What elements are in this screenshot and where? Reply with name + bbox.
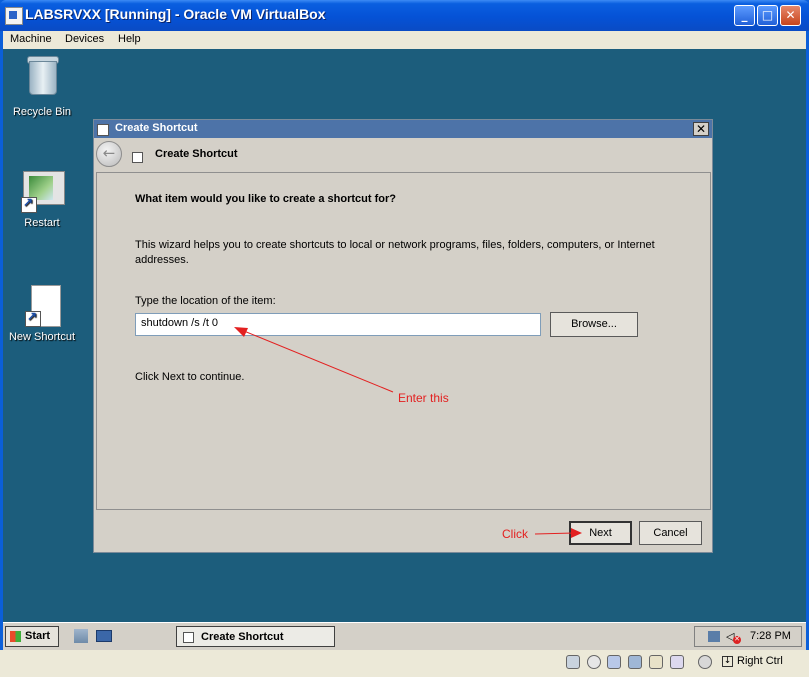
desktop-icon-label: New Shortcut <box>8 331 76 343</box>
powershell-icon[interactable] <box>96 630 112 642</box>
annotation-click: Click <box>502 527 528 541</box>
windows-flag-icon <box>10 631 21 642</box>
window-titlebar[interactable]: LABSRVXX [Running] - Oracle VM VirtualBo… <box>0 0 809 31</box>
wizard-question: What item would you like to create a sho… <box>135 193 396 205</box>
taskbar-item-label: Create Shortcut <box>201 631 284 643</box>
shared-folders-icon[interactable] <box>649 655 663 669</box>
create-shortcut-dialog: Create Shortcut ✕ ← Create Shortcut What… <box>93 119 713 553</box>
minimize-button[interactable]: _ <box>734 5 755 26</box>
wizard-content: What item would you like to create a sho… <box>96 172 711 510</box>
cancel-button[interactable]: Cancel <box>639 521 702 545</box>
shortcut-icon <box>97 124 109 136</box>
optical-drive-icon[interactable] <box>587 655 601 669</box>
desktop-icon-label: Restart <box>24 217 60 229</box>
mouse-integration-icon[interactable] <box>698 655 712 669</box>
wizard-header: ← Create Shortcut <box>94 138 712 170</box>
virtualbox-icon <box>5 7 23 25</box>
window-title: LABSRVXX [Running] - Oracle VM VirtualBo… <box>25 6 326 22</box>
desktop-icon-label: Recycle Bin <box>12 106 72 118</box>
browse-button[interactable]: Browse... <box>550 312 638 337</box>
desktop-icon-recycle-bin[interactable]: Recycle Bin <box>7 53 77 118</box>
shortcut-icon <box>183 632 194 643</box>
hard-disk-icon[interactable] <box>566 655 580 669</box>
desktop-icon-restart[interactable]: Restart <box>7 171 77 229</box>
server-manager-icon[interactable] <box>74 629 88 643</box>
network-icon[interactable] <box>708 631 720 642</box>
host-key-label: Right Ctrl <box>737 655 783 667</box>
menu-bar: Machine Devices Help <box>3 31 806 49</box>
dialog-close-button[interactable]: ✕ <box>693 122 709 136</box>
menu-machine[interactable]: Machine <box>10 33 52 45</box>
host-key-arrow-icon: ↓ <box>722 656 733 667</box>
virtualbox-window: LABSRVXX [Running] - Oracle VM VirtualBo… <box>0 0 809 677</box>
menu-devices[interactable]: Devices <box>65 33 104 45</box>
close-button[interactable]: ✕ <box>780 5 801 26</box>
shortcut-arrow-icon <box>21 195 37 213</box>
dialog-titlebar[interactable]: Create Shortcut ✕ <box>94 120 712 138</box>
shortcut-icon <box>21 171 65 213</box>
clock[interactable]: 7:28 PM <box>750 630 791 642</box>
virtualbox-statusbar: ↓ Right Ctrl <box>0 650 809 677</box>
guest-taskbar: Start Create Shortcut ◁ ✕ 7:28 PM <box>3 622 806 650</box>
network-adapter-icon[interactable] <box>628 655 642 669</box>
start-button[interactable]: Start <box>5 626 59 647</box>
location-label: Type the location of the item: <box>135 295 276 307</box>
wizard-description: This wizard helps you to create shortcut… <box>135 239 655 266</box>
display-icon[interactable] <box>670 655 684 669</box>
system-tray: ◁ ✕ 7:28 PM <box>694 626 802 647</box>
muted-x-icon: ✕ <box>733 636 741 644</box>
document-shortcut-icon <box>25 285 61 327</box>
maximize-button[interactable]: □ <box>757 5 778 26</box>
location-input[interactable]: shutdown /s /t 0 <box>135 313 541 336</box>
next-button[interactable]: Next <box>569 521 632 545</box>
shortcut-arrow-icon <box>25 309 41 327</box>
wizard-title: Create Shortcut <box>155 148 238 160</box>
desktop-icon-new-shortcut[interactable]: New Shortcut <box>7 285 77 343</box>
menu-help[interactable]: Help <box>118 33 141 45</box>
back-button[interactable]: ← <box>96 141 122 167</box>
recycle-bin-icon <box>25 53 59 97</box>
annotation-enter-this: Enter this <box>398 391 449 405</box>
usb-icon[interactable] <box>607 655 621 669</box>
start-label: Start <box>25 630 51 642</box>
shortcut-icon <box>132 152 143 163</box>
continue-hint: Click Next to continue. <box>135 371 245 383</box>
taskbar-item-create-shortcut[interactable]: Create Shortcut <box>176 626 335 647</box>
dialog-title: Create Shortcut <box>115 122 198 134</box>
